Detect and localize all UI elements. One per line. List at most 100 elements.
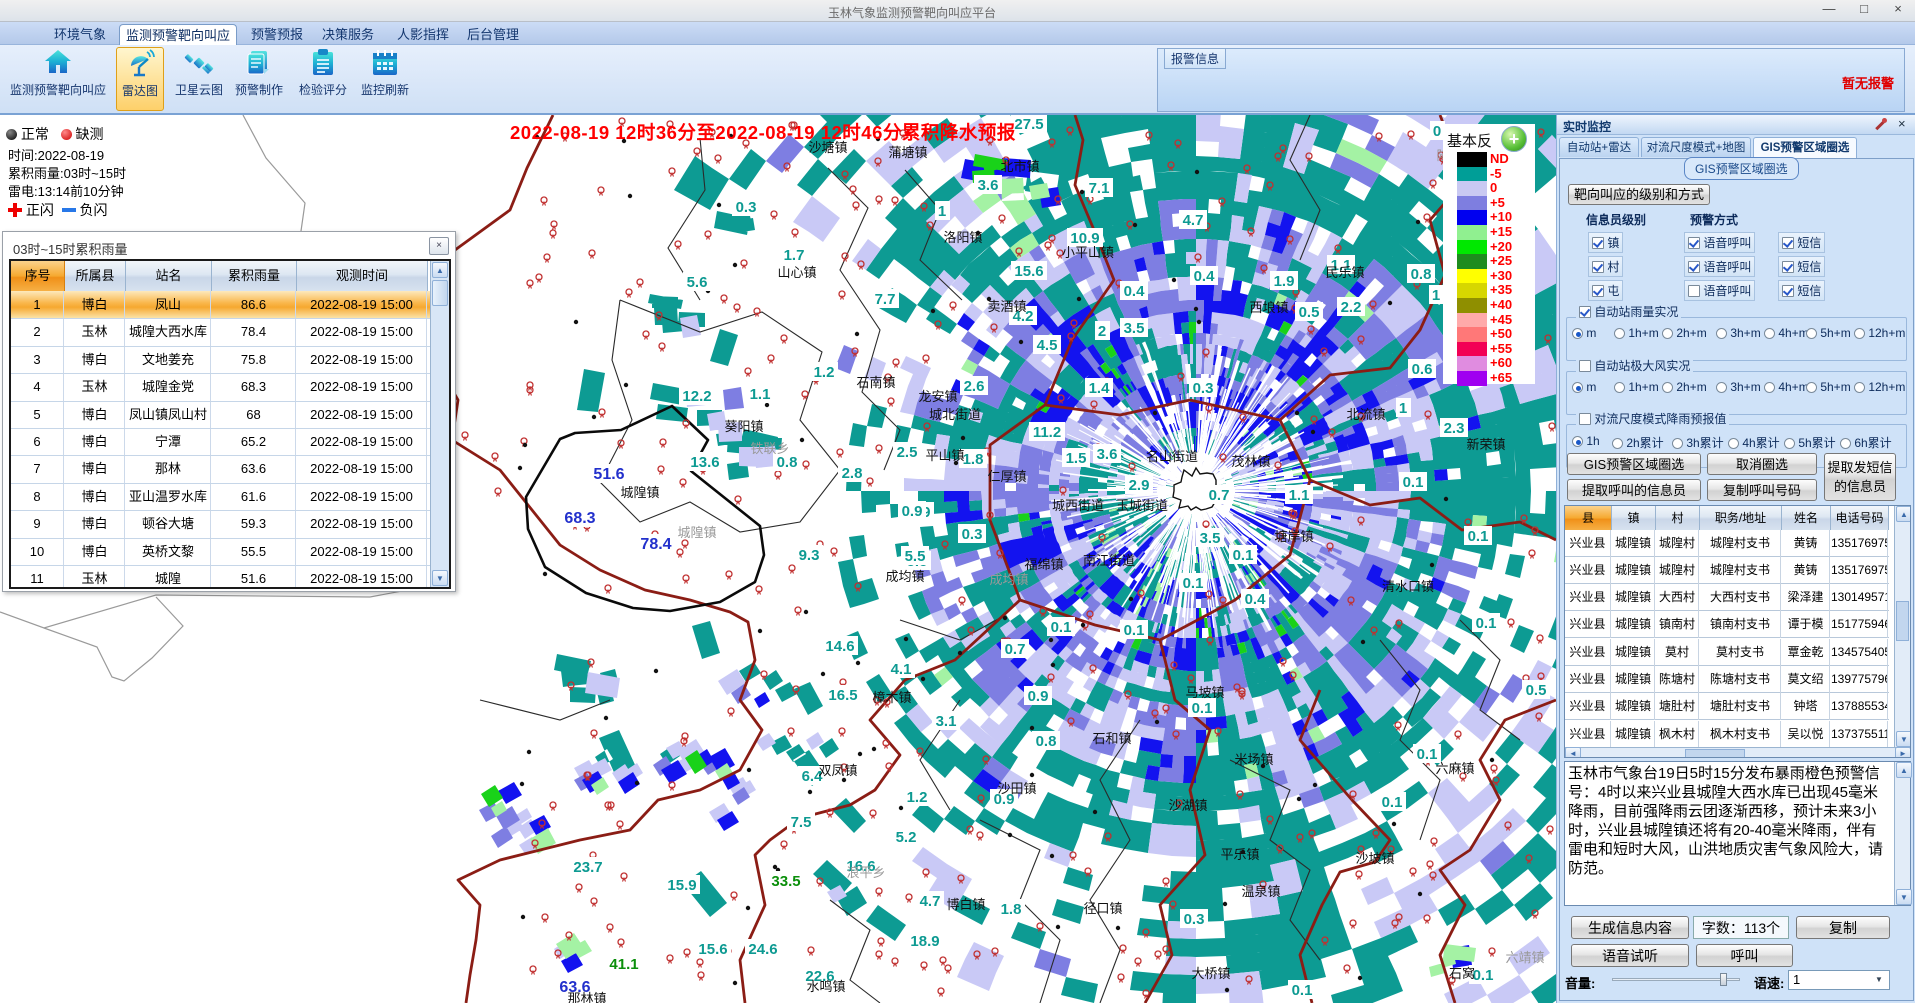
svg-text:石窝: 石窝 — [1449, 966, 1475, 981]
svg-text:茂林镇: 茂林镇 — [1231, 454, 1270, 469]
svg-text:米场镇: 米场镇 — [1234, 752, 1273, 767]
svg-text:成均镇: 成均镇 — [885, 569, 924, 584]
svg-text:13.6: 13.6 — [690, 454, 719, 471]
svg-text:0.1: 0.1 — [1183, 575, 1204, 592]
svg-text:沙田镇: 沙田镇 — [997, 781, 1036, 796]
svg-text:1.8: 1.8 — [963, 451, 984, 468]
svg-text:68.3: 68.3 — [564, 510, 595, 527]
svg-text:2.9: 2.9 — [1129, 477, 1150, 494]
svg-text:卖酒镇: 卖酒镇 — [987, 299, 1026, 314]
svg-text:铁联乡: 铁联乡 — [750, 441, 789, 456]
svg-text:蒲塘镇: 蒲塘镇 — [888, 145, 927, 160]
svg-text:城北街道: 城北街道 — [929, 407, 981, 422]
svg-text:葵阳镇: 葵阳镇 — [724, 419, 763, 434]
svg-text:5.6: 5.6 — [687, 274, 708, 291]
svg-text:温泉镇: 温泉镇 — [1241, 884, 1280, 899]
svg-text:径口镇: 径口镇 — [1083, 901, 1122, 916]
svg-text:福绵镇: 福绵镇 — [1024, 557, 1063, 572]
svg-text:1.8: 1.8 — [1001, 901, 1022, 918]
svg-text:仁厚镇: 仁厚镇 — [987, 469, 1026, 484]
svg-text:北流镇: 北流镇 — [1346, 407, 1385, 422]
svg-text:15.6: 15.6 — [698, 941, 727, 958]
svg-text:1.1: 1.1 — [750, 386, 771, 403]
svg-text:1.4: 1.4 — [1089, 380, 1111, 397]
svg-text:2.6: 2.6 — [964, 378, 985, 395]
svg-text:大桥镇: 大桥镇 — [1191, 966, 1230, 981]
svg-text:15.9: 15.9 — [667, 877, 696, 894]
svg-text:5.5: 5.5 — [905, 548, 926, 565]
svg-text:5.2: 5.2 — [896, 829, 917, 846]
svg-text:0.4: 0.4 — [1194, 268, 1216, 285]
svg-text:城隍镇: 城隍镇 — [677, 525, 716, 540]
svg-text:15.6: 15.6 — [1014, 263, 1043, 280]
svg-text:1.7: 1.7 — [784, 247, 805, 264]
svg-text:石和镇: 石和镇 — [1092, 731, 1131, 746]
svg-text:西埌镇: 西埌镇 — [1249, 300, 1288, 315]
svg-text:18.9: 18.9 — [910, 933, 939, 950]
svg-text:浪平乡: 浪平乡 — [846, 865, 885, 880]
svg-text:小平山镇: 小平山镇 — [1062, 245, 1114, 260]
svg-text:成均镇: 成均镇 — [989, 572, 1028, 587]
svg-text:14.6: 14.6 — [825, 638, 854, 655]
svg-text:0.1: 0.1 — [1233, 547, 1254, 564]
svg-text:城西街道: 城西街道 — [1052, 498, 1104, 513]
svg-text:2.5: 2.5 — [897, 444, 918, 461]
svg-text:3.6: 3.6 — [978, 177, 999, 194]
svg-text:41.1: 41.1 — [609, 956, 638, 973]
svg-text:沙湖镇: 沙湖镇 — [1168, 798, 1207, 813]
svg-text:7.1: 7.1 — [1089, 180, 1110, 197]
svg-text:2: 2 — [1098, 323, 1106, 340]
svg-text:南江街道: 南江街道 — [1083, 553, 1135, 568]
svg-text:24.6: 24.6 — [748, 941, 777, 958]
svg-text:0.1: 0.1 — [1292, 982, 1313, 999]
svg-text:0.3: 0.3 — [736, 199, 757, 216]
svg-text:78.4: 78.4 — [640, 536, 671, 553]
svg-text:0.9: 0.9 — [902, 503, 923, 520]
svg-text:龙安镇: 龙安镇 — [918, 389, 957, 404]
svg-text:六靖镇: 六靖镇 — [1505, 950, 1544, 965]
svg-text:樟木镇: 樟木镇 — [872, 690, 911, 705]
svg-text:平山镇: 平山镇 — [925, 448, 964, 463]
svg-text:0.1: 0.1 — [1124, 622, 1145, 639]
svg-text:3.5: 3.5 — [1200, 530, 1221, 547]
svg-text:1.2: 1.2 — [814, 364, 835, 381]
svg-text:51.6: 51.6 — [593, 466, 624, 483]
svg-text:0.3: 0.3 — [962, 526, 983, 543]
svg-text:玉城街道: 玉城街道 — [1116, 498, 1168, 513]
svg-text:0.9: 0.9 — [1028, 688, 1049, 705]
svg-text:7.7: 7.7 — [875, 291, 896, 308]
svg-text:0: 0 — [1433, 123, 1441, 140]
svg-text:六麻镇: 六麻镇 — [1435, 761, 1474, 776]
svg-text:11.2: 11.2 — [1033, 424, 1061, 441]
svg-text:0.1: 0.1 — [1192, 700, 1213, 717]
svg-text:0.1: 0.1 — [1403, 474, 1424, 491]
svg-text:石南镇: 石南镇 — [856, 375, 895, 390]
svg-text:0.1: 0.1 — [1468, 528, 1489, 545]
svg-text:0.5: 0.5 — [1526, 682, 1547, 699]
svg-text:1.9: 1.9 — [1274, 273, 1295, 290]
svg-text:27.5: 27.5 — [1014, 116, 1043, 133]
svg-text:山心镇: 山心镇 — [777, 265, 816, 280]
svg-text:1.5: 1.5 — [1066, 450, 1087, 467]
svg-text:1.2: 1.2 — [907, 789, 928, 806]
svg-text:0.1: 0.1 — [1417, 746, 1438, 763]
svg-text:9.3: 9.3 — [799, 547, 820, 564]
svg-text:0.7: 0.7 — [1209, 487, 1230, 504]
svg-text:23.7: 23.7 — [573, 859, 602, 876]
svg-text:平乐镇: 平乐镇 — [1220, 847, 1259, 862]
svg-text:1: 1 — [1399, 400, 1407, 417]
svg-text:4.7: 4.7 — [920, 893, 941, 910]
svg-text:0.1: 0.1 — [1476, 615, 1497, 632]
svg-text:0.8: 0.8 — [1411, 266, 1432, 283]
svg-text:0.1: 0.1 — [1473, 967, 1494, 984]
svg-text:0.5: 0.5 — [1299, 304, 1320, 321]
svg-text:0.4: 0.4 — [1124, 283, 1146, 300]
svg-text:0.3: 0.3 — [1193, 380, 1214, 397]
svg-text:0.4: 0.4 — [1245, 591, 1267, 608]
svg-text:0.6: 0.6 — [1412, 361, 1433, 378]
svg-text:博白镇: 博白镇 — [946, 897, 985, 912]
svg-text:3.6: 3.6 — [1097, 446, 1118, 463]
svg-text:12.2: 12.2 — [682, 388, 711, 405]
svg-text:清水口镇: 清水口镇 — [1382, 579, 1434, 594]
svg-text:16.5: 16.5 — [828, 687, 857, 704]
